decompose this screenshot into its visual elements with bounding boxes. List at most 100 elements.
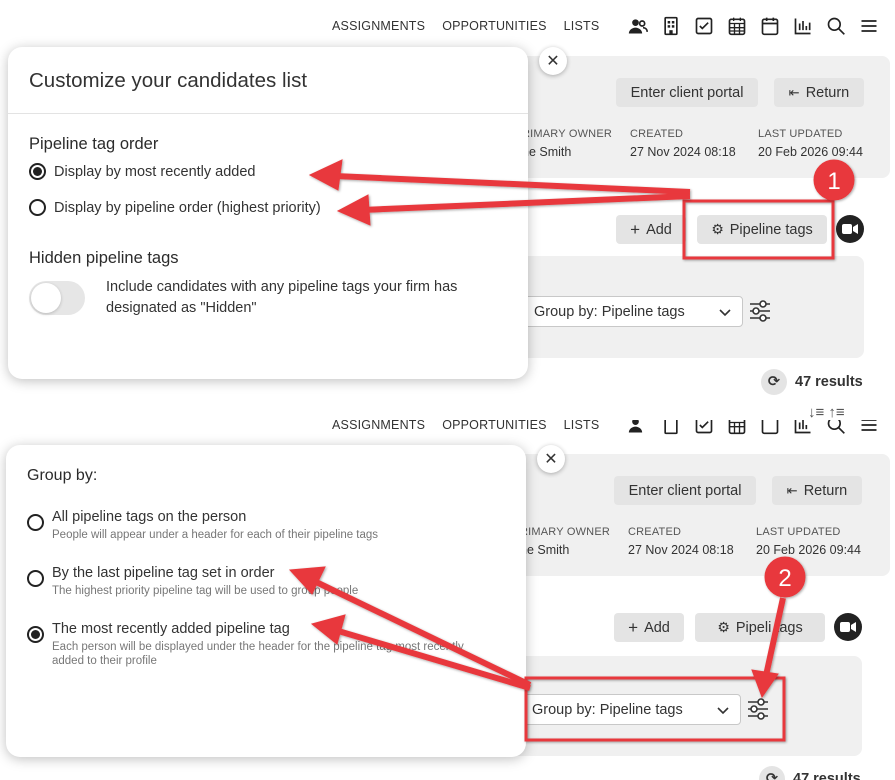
results-count: ⟳ 47 results [761,369,863,395]
close-icon: ✕ [546,53,560,70]
add-button[interactable]: + Add [616,215,686,244]
last-updated-value: 20 Feb 2026 09:44 [756,543,861,557]
menu-icon[interactable] [858,15,880,37]
group-by-select-value: Group by: Pipeline tags [534,303,685,320]
primary-owner-field: RIMARY OWNER ne Smith [520,526,610,557]
calendar-icon[interactable] [759,420,781,436]
nav-opportunities[interactable]: OPPORTUNITIES [442,19,546,33]
modal-divider [8,113,528,114]
radio-most-recently-added[interactable]: Display by most recently added [29,163,256,180]
group-by-select[interactable]: Group by: Pipeline tags [523,296,743,327]
video-camera-button[interactable] [834,613,862,641]
calendar-grid-icon[interactable] [726,420,748,436]
nav-lists[interactable]: LISTS [564,19,600,33]
hidden-pipeline-tags-heading: Hidden pipeline tags [29,249,179,267]
created-label: CREATED [630,128,684,140]
pipeline-tags-button[interactable]: ⚙ Pipeline tags [697,215,827,244]
search-icon[interactable] [825,15,847,37]
group-by-modal: Group by: All pipeline tags on the perso… [6,445,526,757]
video-camera-icon [842,224,858,234]
hidden-tags-toggle-text: Include candidates with any pipeline tag… [106,277,457,319]
radio-button[interactable] [27,514,44,531]
close-modal-button[interactable]: ✕ [537,445,565,473]
results-label: 47 results [793,771,861,780]
nav-assignments[interactable]: ASSIGNMENTS [332,420,425,432]
calendar-icon[interactable] [759,15,781,37]
primary-owner-field: RIMARY OWNER ne Smith [522,128,612,159]
option-all-pipeline-tags[interactable]: All pipeline tags on the person People w… [27,509,502,542]
primary-owner-label: RIMARY OWNER [522,128,613,140]
pipeline-tags-label-start: Pipeli [735,619,772,636]
last-updated-value: 20 Feb 2026 09:44 [758,145,863,159]
last-updated-label: LAST UPDATED [758,128,843,140]
people-icon[interactable] [627,420,649,436]
radio-button[interactable] [27,626,44,643]
plus-icon: + [628,617,639,637]
top-navigation: ASSIGNMENTS OPPORTUNITIES LISTS [332,420,880,440]
calendar-grid-icon[interactable] [726,15,748,37]
screenshot-panel-2: ASSIGNMENTS OPPORTUNITIES LISTS Enter cl… [0,420,895,780]
toggle-text-line-1: Include candidates with any pipeline tag… [106,279,458,295]
checkbox-icon[interactable] [693,420,715,436]
chevron-down-icon [717,707,729,715]
filter-sliders-icon[interactable] [748,298,772,324]
return-button[interactable]: ⇤ Return [772,476,862,505]
option-most-recently-added[interactable]: The most recently added pipeline tag Eac… [27,621,497,668]
created-field: CREATED 27 Nov 2024 08:18 [630,128,736,159]
building-icon[interactable] [660,420,682,436]
nav-opportunities[interactable]: OPPORTUNITIES [442,420,546,432]
toggle-text-line-2: designated as "Hidden" [106,300,257,316]
hidden-tags-toggle[interactable] [29,281,85,315]
return-label: Return [803,482,848,499]
radio-pipeline-order[interactable]: Display by pipeline order (highest prior… [29,199,321,216]
primary-owner-value: ne Smith [520,543,570,557]
refresh-icon[interactable]: ⟳ [761,369,787,395]
created-value: 27 Nov 2024 08:18 [630,145,736,159]
filter-sliders-icon[interactable] [746,696,770,722]
record-header-card [470,454,890,576]
radio-button[interactable] [29,199,46,216]
radio-button[interactable] [29,163,46,180]
nav-lists[interactable]: LISTS [564,420,600,432]
option-title: All pipeline tags on the person [52,509,247,525]
enter-client-portal-button[interactable]: Enter client portal [616,78,758,107]
close-icon: ✕ [544,451,558,468]
radio-button[interactable] [27,570,44,587]
pipeline-tags-button[interactable]: ⚙ Pipeli tags [695,613,825,642]
enter-client-portal-button[interactable]: Enter client portal [614,476,756,505]
video-camera-icon [840,622,856,632]
radio-label: Display by most recently added [54,163,256,180]
chart-icon[interactable] [792,15,814,37]
last-updated-label: LAST UPDATED [756,526,841,538]
option-title: The most recently added pipeline tag [52,621,290,637]
record-header-card [470,56,890,178]
last-updated-field: LAST UPDATED 20 Feb 2026 09:44 [756,526,861,557]
top-navigation: ASSIGNMENTS OPPORTUNITIES LISTS [332,11,880,41]
chart-icon[interactable] [792,420,814,436]
add-label: Add [646,221,672,238]
toggle-knob [31,283,61,313]
add-button[interactable]: + Add [614,613,684,642]
refresh-icon[interactable]: ⟳ [759,766,785,780]
created-value: 27 Nov 2024 08:18 [628,543,734,557]
option-last-pipeline-tag[interactable]: By the last pipeline tag set in order Th… [27,565,502,598]
building-icon[interactable] [660,15,682,37]
group-by-select[interactable]: Group by: Pipeline tags [521,694,741,725]
return-button[interactable]: ⇤ Return [774,78,864,107]
nav-assignments[interactable]: ASSIGNMENTS [332,19,425,33]
option-title: By the last pipeline tag set in order [52,565,275,581]
menu-icon[interactable] [858,420,880,436]
group-by-heading: Group by: [27,467,98,484]
video-camera-button[interactable] [836,215,864,243]
sort-icons[interactable]: ↓≡ ↑≡ [808,404,845,418]
people-icon[interactable] [627,15,649,37]
modal-title: Customize your candidates list [29,69,308,92]
customize-candidates-modal: Customize your candidates list Pipeline … [8,47,528,379]
search-icon[interactable] [825,420,847,436]
last-updated-field: LAST UPDATED 20 Feb 2026 09:44 [758,128,863,159]
close-modal-button[interactable]: ✕ [539,47,567,75]
checkbox-icon[interactable] [693,15,715,37]
pipeline-tags-label: Pipeline tags [729,221,813,238]
pipeline-tag-order-heading: Pipeline tag order [29,135,159,153]
gear-icon: ⚙ [717,619,730,635]
